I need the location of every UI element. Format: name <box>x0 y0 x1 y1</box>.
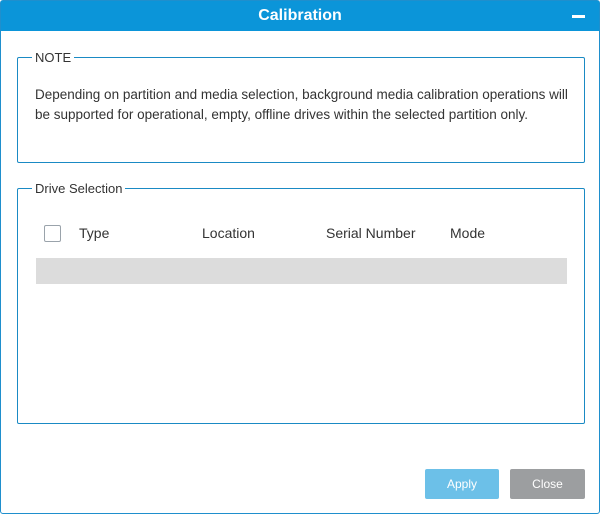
note-legend: NOTE <box>35 50 72 65</box>
close-button[interactable]: Close <box>510 469 585 499</box>
drive-table-header: Type Location Serial Number Mode <box>44 225 564 243</box>
minimize-button[interactable] <box>571 9 587 23</box>
column-header-mode[interactable]: Mode <box>450 225 485 242</box>
calibration-dialog: Calibration NOTE Depending on partition … <box>0 0 600 514</box>
column-header-location[interactable]: Location <box>202 225 255 242</box>
column-header-type[interactable]: Type <box>79 225 109 242</box>
drive-selection-group: Drive Selection Type Location Serial Num… <box>17 181 585 424</box>
note-group: NOTE Depending on partition and media se… <box>17 50 585 163</box>
apply-button[interactable]: Apply <box>425 469 499 499</box>
table-row-empty <box>36 258 567 284</box>
minimize-icon <box>572 15 585 18</box>
dialog-titlebar[interactable]: Calibration <box>1 1 599 31</box>
dialog-title: Calibration <box>258 7 342 24</box>
drive-selection-legend: Drive Selection <box>35 181 123 196</box>
select-all-checkbox[interactable] <box>44 225 61 242</box>
column-header-serial-number[interactable]: Serial Number <box>326 225 415 242</box>
note-text: Depending on partition and media selecti… <box>35 87 568 122</box>
